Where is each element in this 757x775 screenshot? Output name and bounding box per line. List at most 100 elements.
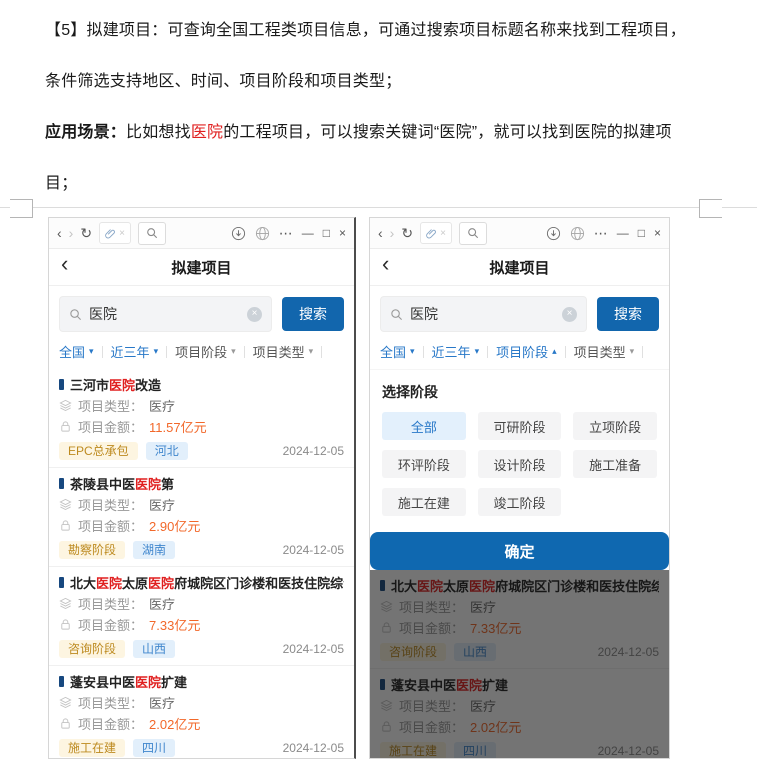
doc-paragraph-line: 条件筛选支持地区、时间、项目阶段和项目类型； — [0, 53, 757, 104]
stage-option-eia[interactable]: 环评阶段 — [382, 450, 466, 478]
screenshot-stage-filter: ‹ › ↻ × ⋯ — □ × ‹ 拟建项目 医院 — [369, 217, 670, 759]
more-menu-icon[interactable]: ⋯ — [594, 226, 608, 240]
clear-search-icon[interactable]: × — [247, 307, 262, 322]
confirm-button[interactable]: 确定 — [370, 532, 669, 570]
maximize-icon[interactable]: □ — [323, 226, 330, 240]
project-tags-row: 施工在建四川2024-12-05 — [59, 737, 344, 758]
stage-tag: 咨询阶段 — [59, 640, 125, 658]
browser-forward-icon[interactable]: › — [390, 226, 395, 240]
app-back-icon[interactable]: ‹ — [61, 253, 68, 275]
browser-search-icon[interactable] — [459, 222, 487, 245]
globe-icon[interactable] — [255, 226, 270, 241]
project-title: 茶陵县中医医院第 — [59, 474, 344, 492]
project-list-item[interactable]: 茶陵县中医医院第 项目类型：医疗 项目金额：2.90亿元 勘察阶段湖南2024-… — [49, 468, 354, 567]
stage-option-construction[interactable]: 施工在建 — [382, 488, 466, 516]
browser-back-icon[interactable]: ‹ — [57, 226, 62, 240]
region-tag: 河北 — [146, 442, 188, 460]
browser-refresh-icon[interactable]: ↻ — [401, 226, 413, 240]
region-tag: 山西 — [133, 640, 175, 658]
project-type-row: 项目类型：医疗 — [59, 496, 344, 513]
chevron-down-icon: ▾ — [475, 346, 480, 357]
stage-option-approval[interactable]: 立项阶段 — [573, 412, 657, 440]
window-close-icon[interactable]: × — [339, 226, 346, 240]
project-date: 2024-12-05 — [283, 444, 344, 458]
search-row: 医院 × 搜索 — [370, 286, 669, 340]
browser-link-chip[interactable]: × — [420, 222, 452, 244]
more-menu-icon[interactable]: ⋯ — [279, 226, 293, 240]
stage-option-all[interactable]: 全部 — [382, 412, 466, 440]
filter-time[interactable]: 近三年▾ — [424, 342, 488, 361]
stage-option-feasibility[interactable]: 可研阶段 — [478, 412, 562, 440]
stage-option-preparation[interactable]: 施工准备 — [573, 450, 657, 478]
project-title: 蓬安县中医医院扩建 — [59, 672, 344, 690]
filter-time[interactable]: 近三年▾ — [103, 342, 167, 361]
filter-region[interactable]: 全国▾ — [59, 342, 102, 361]
clear-search-icon[interactable]: × — [562, 307, 577, 322]
minimize-icon[interactable]: — — [302, 226, 314, 240]
browser-search-icon[interactable] — [138, 222, 166, 245]
project-amount-row: 项目金额：7.33亿元 — [59, 616, 344, 633]
project-amount-row: 项目金额：2.02亿元 — [59, 715, 344, 732]
chevron-down-icon: ▾ — [154, 346, 159, 357]
project-date: 2024-12-05 — [283, 543, 344, 557]
app-back-icon[interactable]: ‹ — [382, 253, 389, 275]
chevron-down-icon: ▾ — [309, 346, 314, 357]
project-amount-row: 项目金额：11.57亿元 — [59, 418, 344, 435]
chevron-down-icon: ▾ — [410, 346, 415, 357]
app-header: ‹ 拟建项目 — [49, 249, 354, 286]
amount-badge-icon — [59, 717, 72, 730]
search-button[interactable]: 搜索 — [282, 297, 344, 331]
search-input[interactable]: 医院 × — [59, 296, 272, 332]
project-list-item[interactable]: 蓬安县中医医院扩建 项目类型：医疗 项目金额：2.02亿元 施工在建四川2024… — [49, 666, 354, 759]
browser-link-chip[interactable]: × — [99, 222, 131, 244]
project-list-item[interactable]: 北大医院太原医院府城院区门诊楼和医技住院综合楼 项目类型：医疗 项目金额：7.3… — [49, 567, 354, 666]
globe-icon[interactable] — [570, 226, 585, 241]
link-close-icon[interactable]: × — [119, 228, 125, 239]
search-button[interactable]: 搜索 — [597, 297, 659, 331]
filter-stage[interactable]: 项目阶段▴ — [488, 342, 565, 361]
stage-option-completion[interactable]: 竣工阶段 — [478, 488, 562, 516]
window-close-icon[interactable]: × — [654, 226, 661, 240]
browser-back-icon[interactable]: ‹ — [378, 226, 383, 240]
amount-badge-icon — [59, 420, 72, 433]
search-input[interactable]: 医院 × — [380, 296, 587, 332]
stage-tag: 施工在建 — [59, 739, 125, 757]
link-close-icon[interactable]: × — [440, 228, 446, 239]
filter-divider — [642, 346, 643, 358]
modal-dim-overlay[interactable] — [370, 570, 669, 758]
filter-stage[interactable]: 项目阶段▾ — [167, 342, 244, 361]
stage-tag: EPC总承包 — [59, 442, 138, 460]
download-icon[interactable] — [546, 226, 561, 241]
project-type-row: 项目类型：医疗 — [59, 397, 344, 414]
page-title: 拟建项目 — [489, 257, 549, 278]
minimize-icon[interactable]: — — [617, 226, 629, 240]
filter-bar: 全国▾ 近三年▾ 项目阶段▴ 项目类型▾ — [370, 340, 669, 369]
filter-type[interactable]: 项目类型▾ — [566, 342, 643, 361]
stage-option-design[interactable]: 设计阶段 — [478, 450, 562, 478]
search-icon — [69, 308, 82, 321]
region-tag: 湖南 — [133, 541, 175, 559]
page-margin-divider — [0, 207, 757, 208]
download-icon[interactable] — [231, 226, 246, 241]
browser-forward-icon[interactable]: › — [69, 226, 74, 240]
filter-type[interactable]: 项目类型▾ — [245, 342, 322, 361]
browser-toolbar: ‹ › ↻ × ⋯ — □ × — [49, 218, 354, 249]
project-list-item[interactable]: 三河市医院改造 项目类型：医疗 项目金额：11.57亿元 EPC总承包河北202… — [49, 369, 354, 468]
project-type-row: 项目类型：医疗 — [59, 694, 344, 711]
link-icon — [426, 228, 437, 239]
filter-region[interactable]: 全国▾ — [380, 342, 423, 361]
stage-tag: 勘察阶段 — [59, 541, 125, 559]
page-margin-mark — [699, 199, 722, 218]
bullet-icon — [59, 676, 64, 687]
doc-paragraph-line: 目； — [0, 155, 757, 206]
maximize-icon[interactable]: □ — [638, 226, 645, 240]
stage-panel-heading: 选择阶段 — [370, 370, 669, 412]
stage-filter-panel: 选择阶段 全部 可研阶段 立项阶段 环评阶段 设计阶段 施工准备 施工在建 竣工… — [370, 369, 669, 570]
project-date: 2024-12-05 — [283, 741, 344, 755]
screenshot-search-results: ‹ › ↻ × ⋯ — □ × ‹ 拟建项目 医院 — [48, 217, 356, 759]
page-margin-mark — [10, 199, 33, 218]
layers-icon — [59, 399, 72, 412]
chevron-up-icon: ▴ — [552, 346, 557, 357]
browser-refresh-icon[interactable]: ↻ — [80, 226, 92, 240]
chevron-down-icon: ▾ — [630, 346, 635, 357]
